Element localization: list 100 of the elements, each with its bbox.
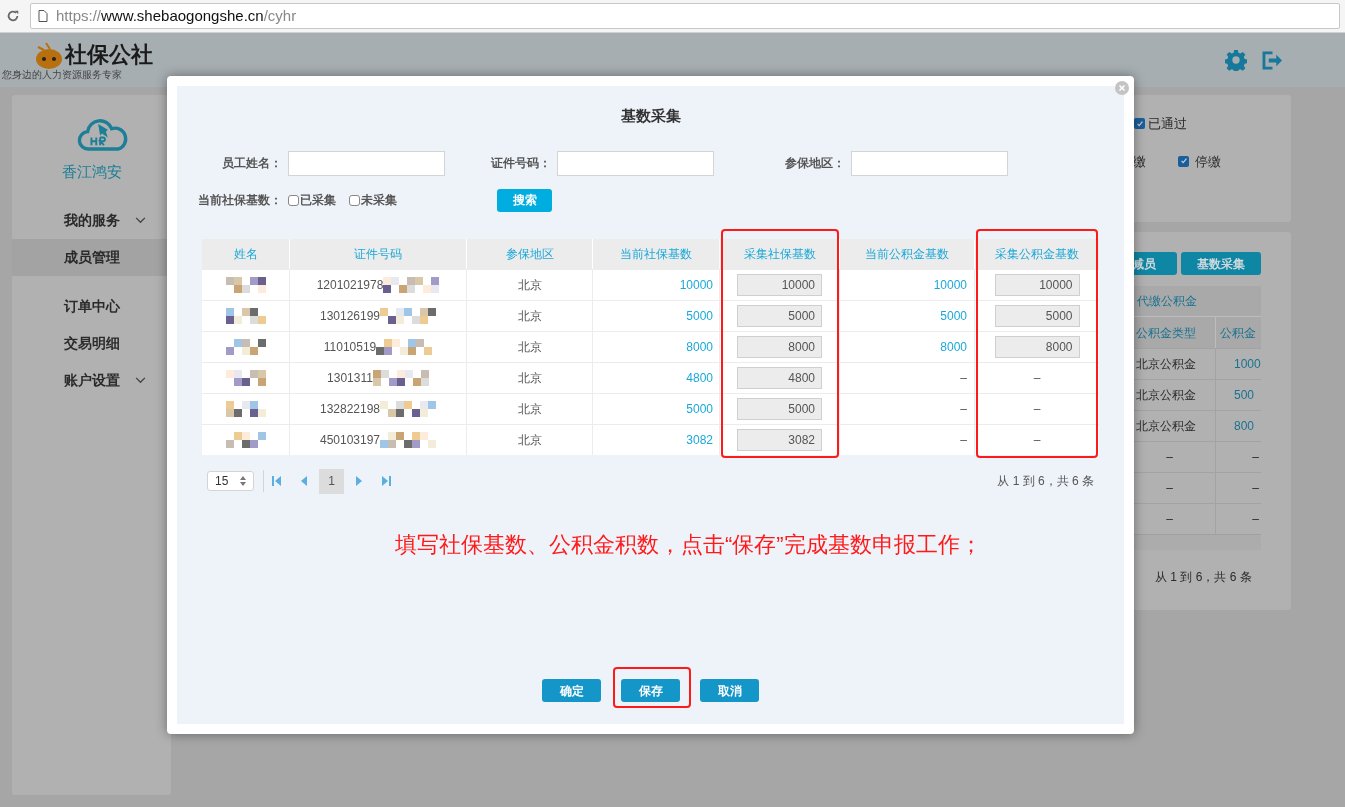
table-cell-text: 北京 <box>517 369 542 387</box>
column-header: 证件号码 <box>290 238 467 269</box>
company-name: 香江鸿安 <box>60 162 123 182</box>
base-link[interactable]: 8000 <box>686 337 713 356</box>
table-cell-text: – <box>1033 369 1041 387</box>
table-cell-text: 132822198 <box>319 400 381 418</box>
table-cell-text: – <box>960 369 967 387</box>
dialog-button[interactable]: 保存 <box>621 679 680 702</box>
page-size-select[interactable]: 15 <box>207 471 254 491</box>
checkbox-label: 停缴 <box>1195 152 1221 171</box>
table-cell-text: – <box>960 431 967 449</box>
table-cell-text: 北京 <box>517 431 542 449</box>
table-cell-text: – <box>1251 511 1260 528</box>
sidebar-item[interactable]: 账户设置 <box>12 361 171 399</box>
logo-tagline: 您身边的人力资源服务专家 <box>2 68 123 80</box>
pagination-summary: 从 1 到 6，共 6 条 <box>997 473 1094 490</box>
annotation-text: 填写社保基数、公积金积数，点击“保存”完成基数申报工作； <box>395 530 983 559</box>
base-link[interactable]: 3082 <box>686 430 713 449</box>
dialog-button[interactable]: 确定 <box>542 679 601 702</box>
column-header: 姓名 <box>202 238 290 269</box>
input-field[interactable]: 3082 <box>737 428 822 451</box>
column-header: 当前社保基数 <box>593 238 720 269</box>
table-cell-text: – <box>960 400 967 418</box>
table-cell-text: 北京 <box>517 307 542 325</box>
table-cell-text: – <box>1033 400 1041 418</box>
logo-text: 社保公社 <box>65 42 153 67</box>
redaction-mosaic <box>225 400 266 417</box>
input-field[interactable] <box>851 150 1008 176</box>
redaction-mosaic <box>372 369 429 386</box>
column-header: 当前公积金基数 <box>840 238 975 269</box>
checkbox[interactable] <box>1134 118 1145 130</box>
previous-page-icon[interactable] <box>301 476 307 486</box>
column-header: 采集社保基数 <box>720 238 840 269</box>
base-link[interactable]: 5000 <box>686 399 713 418</box>
input-field[interactable]: 10000 <box>737 273 822 296</box>
checkbox[interactable] <box>349 194 360 206</box>
checkbox[interactable] <box>288 194 299 206</box>
page-icon <box>38 10 48 22</box>
redaction-mosaic <box>225 338 266 355</box>
next-page-icon[interactable] <box>356 476 362 486</box>
input-field[interactable]: 8000 <box>994 335 1080 358</box>
column-header: 参保地区 <box>467 238 593 269</box>
table-cell-text: – <box>1251 449 1260 466</box>
mascot-logo-icon <box>34 40 64 69</box>
spinner-icon <box>240 476 246 486</box>
base-link[interactable]: 5000 <box>940 306 967 325</box>
field-label: 证件号码： <box>490 155 551 172</box>
table-cell-text: 北京 <box>517 338 542 356</box>
table-cell-text: 800 <box>1233 418 1256 435</box>
redaction-mosaic <box>225 431 266 448</box>
reload-icon[interactable] <box>6 9 20 23</box>
table-cell-text: 北京 <box>517 400 542 418</box>
page-button[interactable]: 1 <box>319 468 344 494</box>
field-label: 员工姓名： <box>221 155 282 172</box>
hr-cloud-logo-icon <box>77 118 129 153</box>
sidebar-item[interactable]: 我的服务 <box>12 201 171 239</box>
table-cell-text: – <box>1033 431 1041 449</box>
redaction-mosaic <box>225 276 266 293</box>
checkbox-label: 已采集 <box>300 192 336 209</box>
input-field[interactable]: 8000 <box>737 335 822 358</box>
input-field[interactable] <box>557 150 714 176</box>
base-link[interactable]: 10000 <box>679 275 713 294</box>
address-bar[interactable]: https://www.shebaogongshe.cn/cyhr <box>30 3 1340 29</box>
base-link[interactable]: 10000 <box>933 275 967 294</box>
table-cell-text: 1201021978 <box>316 276 384 294</box>
sidebar-item[interactable]: 订单中心 <box>12 287 171 325</box>
dialog-button[interactable]: 取消 <box>700 679 759 702</box>
redaction-mosaic <box>383 276 440 293</box>
table-cell-text: 1000 <box>1233 356 1261 373</box>
input-field[interactable]: 5000 <box>737 397 822 420</box>
input-field[interactable]: 5000 <box>994 304 1080 327</box>
first-page-icon[interactable] <box>272 476 281 486</box>
base-link[interactable]: 5000 <box>686 306 713 325</box>
input-field[interactable]: 10000 <box>994 273 1080 296</box>
last-page-icon[interactable] <box>382 476 391 486</box>
sidebar-item[interactable]: 交易明细 <box>12 324 171 362</box>
input-field[interactable] <box>288 150 445 176</box>
close-icon[interactable] <box>1115 81 1129 95</box>
url-text[interactable]: https://www.shebaogongshe.cn/cyhr <box>56 4 297 28</box>
table-cell-text: 500 <box>1233 387 1256 404</box>
input-field[interactable]: 4800 <box>737 366 822 389</box>
checkbox-label: 缴 <box>1133 152 1146 171</box>
dialog-title: 基数采集 <box>620 106 681 126</box>
redaction-mosaic <box>380 431 437 448</box>
logout-icon[interactable] <box>1262 50 1283 70</box>
base-link[interactable]: 8000 <box>940 337 967 356</box>
redaction-mosaic <box>380 307 437 324</box>
base-link[interactable]: 4800 <box>686 368 713 387</box>
redaction-mosaic <box>380 400 437 417</box>
checkbox[interactable] <box>1178 155 1189 167</box>
toolbar-button[interactable]: 基数采集 <box>1181 252 1261 275</box>
field-label: 参保地区： <box>784 155 845 172</box>
table-cell-text: – <box>1251 480 1260 497</box>
table-cell-text: 130126199 <box>319 307 381 325</box>
table-cell-text: 北京 <box>517 276 542 294</box>
table-cell-text: 11010519 <box>323 338 377 356</box>
column-header: 采集公积金基数 <box>994 245 1080 263</box>
input-field[interactable]: 5000 <box>737 304 822 327</box>
settings-icon[interactable] <box>1225 49 1247 71</box>
table-cell-text: 1301311 <box>327 369 373 387</box>
